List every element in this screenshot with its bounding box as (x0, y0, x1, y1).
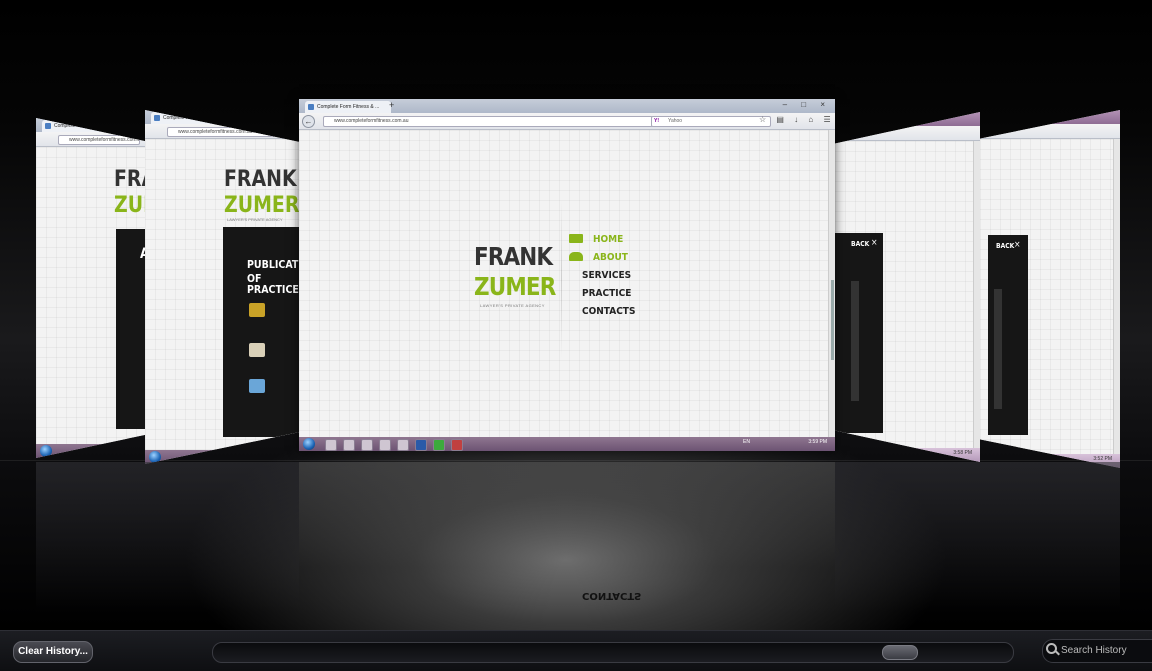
back-label: BACK (851, 240, 870, 248)
people-icon (569, 252, 583, 261)
url-field[interactable]: www.completeformfitness.com.au (323, 116, 653, 127)
coins-icon (249, 303, 265, 317)
history-window-right-far[interactable]: BACK × 3:52 PM (980, 110, 1120, 468)
tray-clock: 3:59 PM (808, 439, 827, 445)
close-icon: × (1014, 240, 1021, 250)
history-window-current[interactable]: Complete Form Fitness & ... + – □ × ← ww… (299, 99, 835, 451)
history-scrollbar-thumb[interactable] (882, 645, 918, 660)
nav-toolbar: ← www.completeformfitness.com.au Yahoo ☆… (299, 113, 835, 130)
taskbar-app-icon (361, 439, 373, 451)
history-scrollbar[interactable] (212, 642, 1014, 663)
history-bottom-bar: Clear History... Search History (0, 630, 1152, 671)
logo-tagline: LAWYER'S PRIVATE AGENCY (227, 217, 283, 222)
start-orb-icon (303, 438, 315, 450)
url-field: www.completeformfitness.com.au (58, 135, 140, 145)
url-field: www.completeformfitness.com.au (167, 127, 279, 137)
briefcase-icon (569, 234, 583, 243)
taskbar: EN 3:59 PM (299, 437, 835, 451)
toolbar-icons[interactable]: ☆ ▤ ↓ ⌂ ☰ (759, 115, 835, 124)
tab-title[interactable]: Complete Form Fitness & ... (305, 101, 391, 113)
new-tab-icon[interactable]: + (389, 100, 394, 110)
taskbar (36, 444, 148, 458)
history-stage: Complete Form Fitness & www.completeform… (0, 0, 1152, 630)
page-content: FRANK ZUMER LAWYER'S PRIVATE AGENCY HOME… (299, 130, 829, 437)
scroller (994, 289, 1002, 409)
taskbar-app-icon (397, 439, 409, 451)
taskbar-app-icon (343, 439, 355, 451)
clear-history-button[interactable]: Clear History... (13, 641, 93, 663)
logo-frank: FRANK (224, 167, 297, 192)
monitor-icon (249, 379, 265, 393)
scrollbar (1113, 139, 1120, 454)
reflection-text: CONTACTS (582, 590, 642, 601)
divider (561, 200, 562, 358)
taskbar-app-icon (451, 439, 463, 451)
close-icon: × (871, 238, 878, 248)
window-controls[interactable]: – □ × (783, 100, 831, 109)
menu-services[interactable]: SERVICES (582, 270, 631, 281)
logo-zumer: ZUMER (474, 272, 556, 301)
tab-bar: Complete Form Fitness & ... + – □ × (299, 99, 835, 113)
reflection-main (299, 462, 835, 612)
back-arrow-icon[interactable]: ← (302, 115, 315, 128)
history-window-right[interactable]: BACK × 3:58 PM (835, 112, 980, 462)
page-content: BACK × (980, 139, 1120, 454)
scrollbar (973, 141, 980, 448)
tab-title: Complete Form Fitness & ... (151, 112, 241, 124)
reflection-right (835, 462, 1120, 612)
taskbar-app-icon (379, 439, 391, 451)
back-label: BACK (996, 242, 1015, 250)
taskbar-app-icon (415, 439, 427, 451)
scrollbar[interactable] (828, 130, 835, 437)
history-window-left[interactable]: Complete Form Fitness & ... www.complete… (145, 110, 299, 464)
search-engine-field[interactable]: Yahoo (651, 116, 771, 127)
page-content: BACK × (835, 141, 980, 448)
page-content: FRANK ZUMER LAWYER'S PRIVATE AGENCY PUBL… (145, 139, 299, 450)
menu-about[interactable]: ABOUT (593, 252, 628, 263)
logo-frank: FRANK (474, 242, 553, 271)
tray-language: EN (743, 439, 750, 445)
panel-heading-2: OF PRACTICE (247, 272, 299, 296)
tab-title: Complete Form Fitness & (42, 120, 132, 132)
taskbar-app-icon (325, 439, 337, 451)
scroller (851, 281, 859, 401)
start-orb-icon (40, 445, 52, 457)
search-icon (1046, 643, 1057, 654)
menu-home[interactable]: HOME (593, 234, 623, 245)
history-window-left-far[interactable]: Complete Form Fitness & www.completeform… (36, 118, 148, 458)
scrollbar-thumb[interactable] (831, 280, 834, 360)
logo-zumer: ZUMER (224, 193, 299, 218)
menu-contacts[interactable]: CONTACTS (582, 306, 635, 317)
logo-tagline: LAWYER'S PRIVATE AGENCY (480, 303, 545, 308)
taskbar-app-icon (433, 439, 445, 451)
page-content: FRANK ZUMER A (36, 147, 148, 444)
logo-zumer: ZUMER (114, 193, 148, 218)
logo-frank: FRANK (114, 167, 148, 192)
reflection-left (36, 462, 299, 612)
menu-practice[interactable]: PRACTICE (582, 288, 631, 299)
tray-clock: 3:58 PM (953, 450, 972, 456)
panel-heading-1: PUBLICATION (247, 258, 299, 271)
bank-icon (249, 343, 265, 357)
search-history-input[interactable]: Search History (1042, 639, 1152, 663)
content-panel (835, 233, 883, 433)
